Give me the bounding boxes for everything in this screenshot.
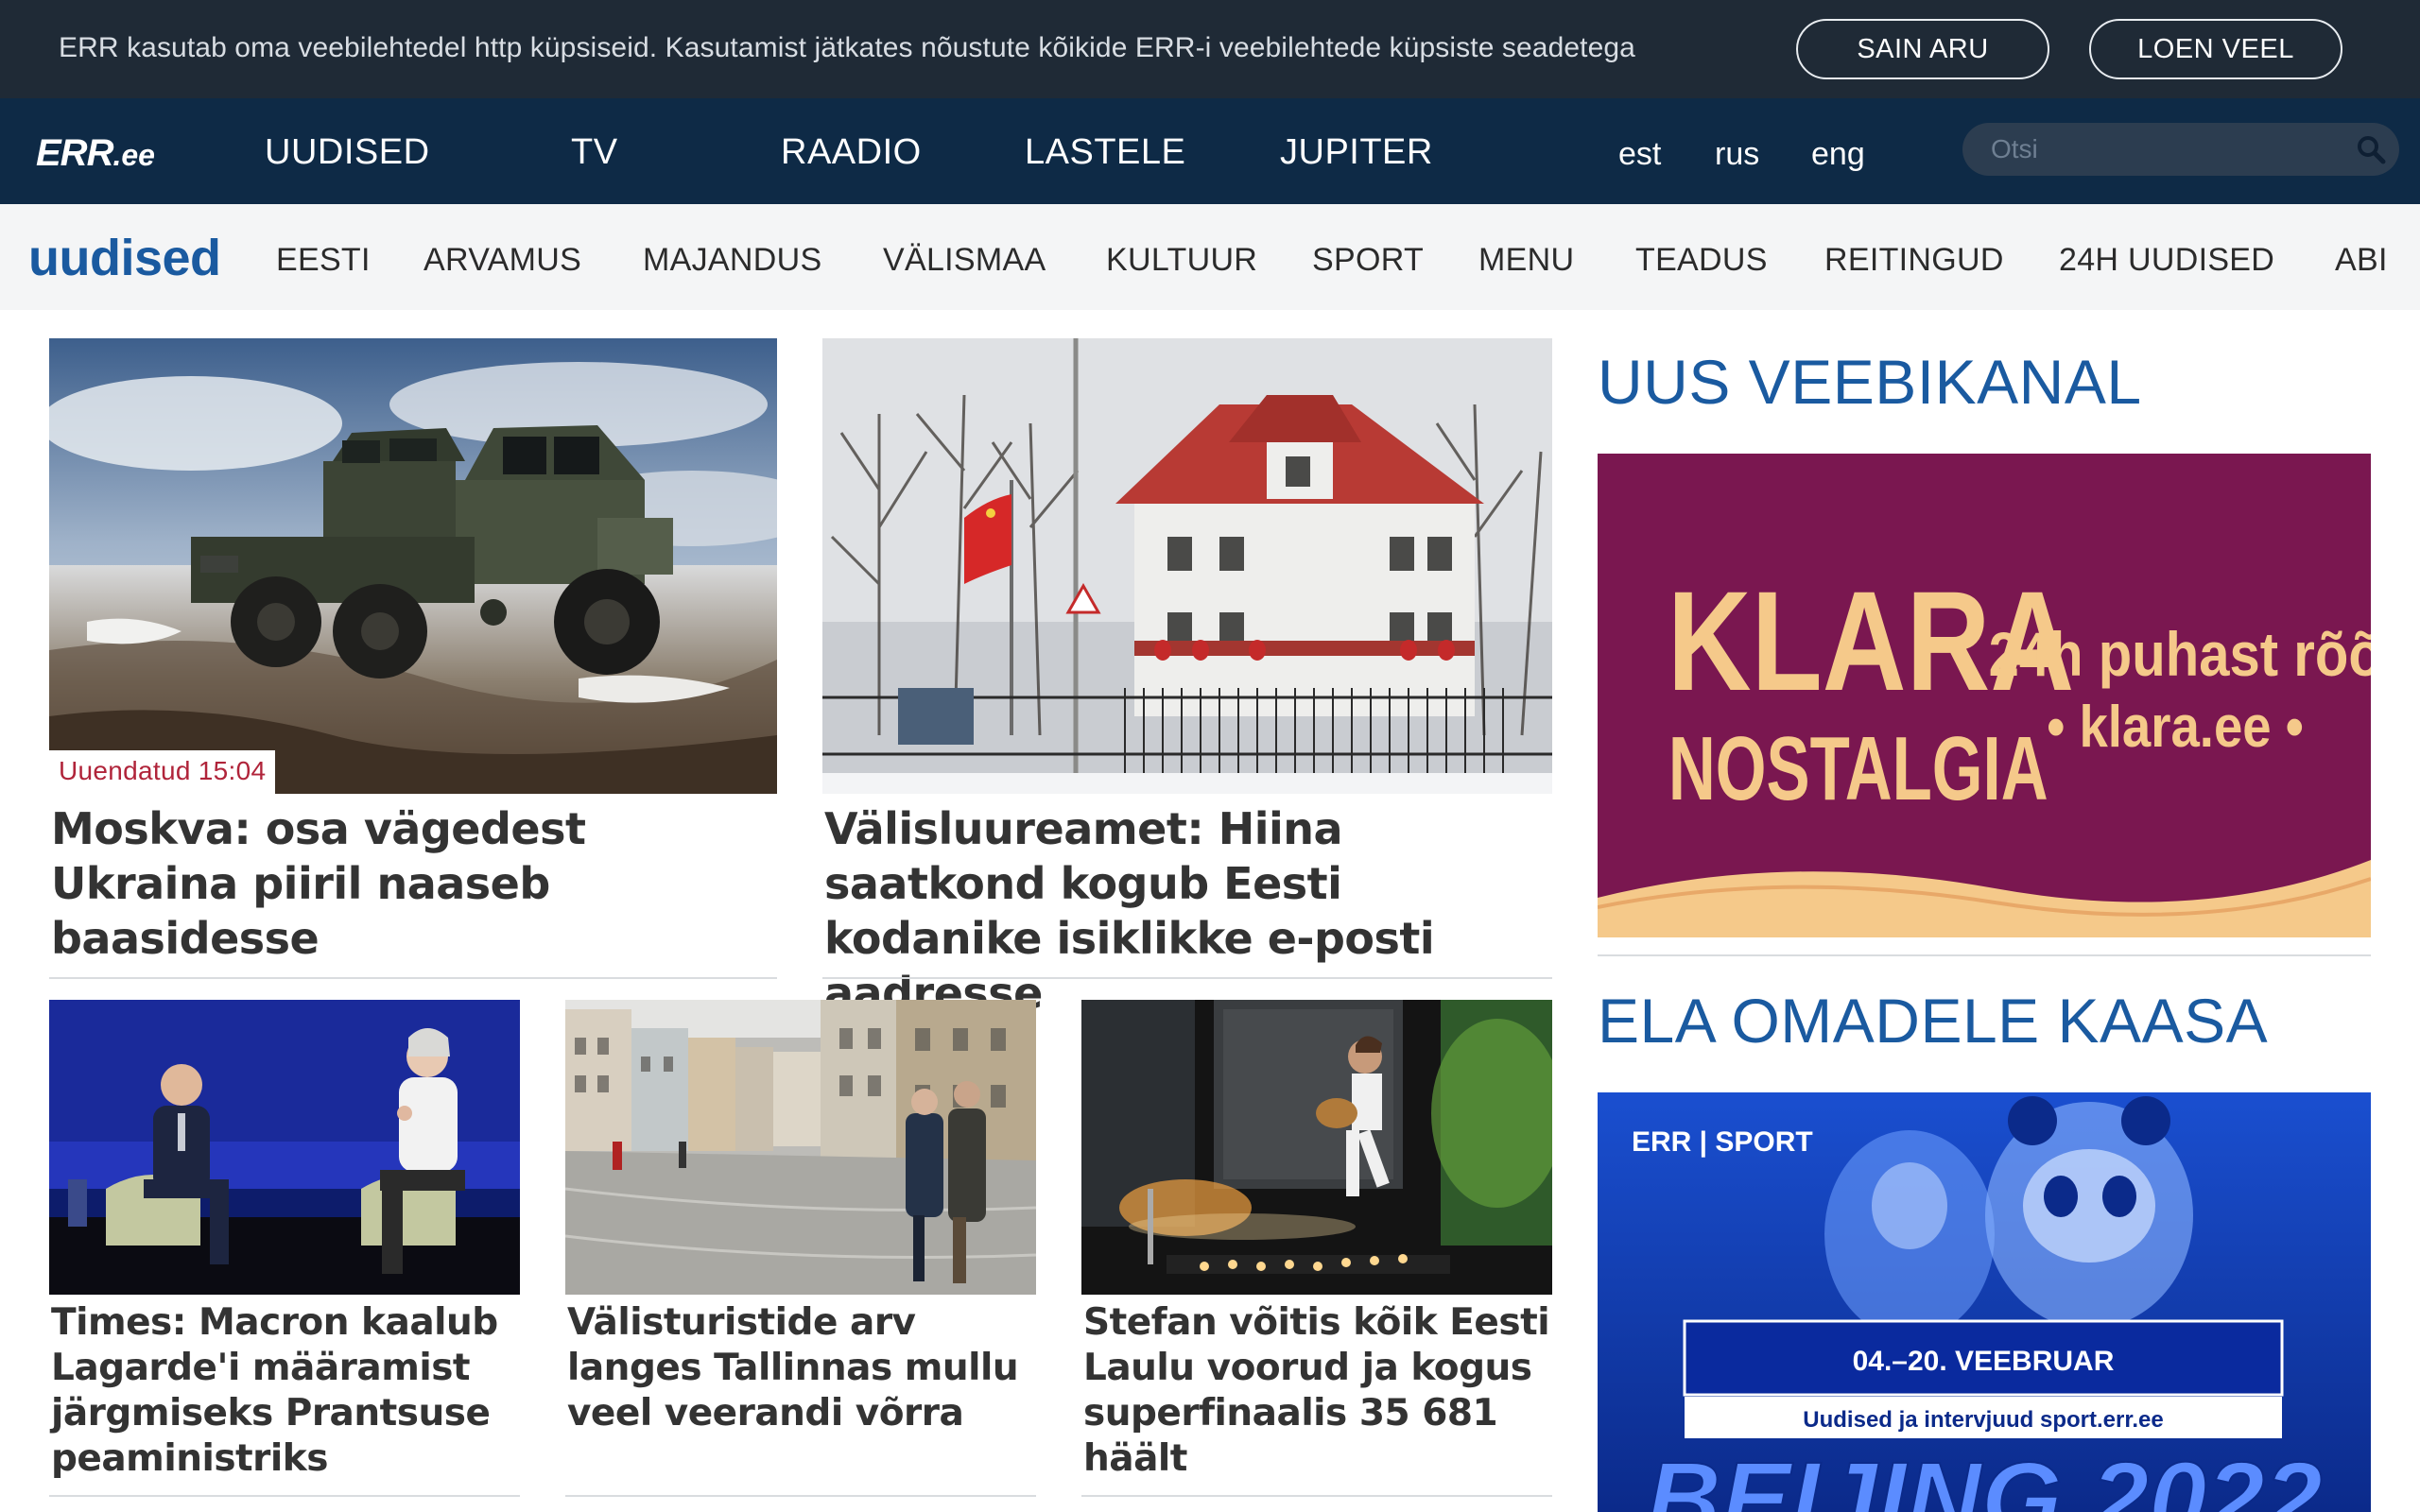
cookie-accept-button[interactable]: SAIN ARU xyxy=(1796,19,2049,79)
subnav-item-teadus[interactable]: TEADUS xyxy=(1635,242,1768,279)
cookie-text: ERR kasutab oma veebilehtedel http küpsi… xyxy=(59,32,1635,63)
logo-err-text: ERR xyxy=(36,132,113,174)
klara-url: • klara.ee • xyxy=(2047,695,2304,760)
klara-nostalgia-banner[interactable]: KLARA NOSTALGIA 24h puhast rõõmu! • klar… xyxy=(1598,454,2371,937)
article-headline[interactable]: Times: Macron kaalub Lagarde'i määramist… xyxy=(51,1300,522,1482)
article-image[interactable] xyxy=(49,1000,520,1295)
err-sport-logo: ERR | SPORT xyxy=(1632,1126,1813,1158)
klara-name-line2: NOSTALGIA xyxy=(1668,717,2048,819)
subnav-item-abi[interactable]: ABI xyxy=(2335,242,2388,279)
subnav-item-menu[interactable]: MENU xyxy=(1478,242,1574,279)
section-navigation: uudised EESTI ARVAMUS MAJANDUS VÄLISMAA … xyxy=(0,204,2420,310)
lang-est-link[interactable]: est xyxy=(1618,136,1661,173)
embassy-building-image xyxy=(822,338,1552,794)
article-card[interactable]: Välisturistide arv langes Tallinnas mull… xyxy=(565,1000,1036,1501)
article-card[interactable]: Uuendatud 15:04 Moskva: osa vägedest Ukr… xyxy=(49,338,777,981)
topnav-item-jupiter[interactable]: JUPITER xyxy=(1280,132,1433,173)
article-card[interactable]: Times: Macron kaalub Lagarde'i määramist… xyxy=(49,1000,520,1501)
article-divider xyxy=(822,977,1552,979)
err-sport-olympics-banner[interactable]: ERR | SPORT 04.–20. VEEBRUAR Uudised ja … xyxy=(1598,1092,2371,1512)
article-divider xyxy=(49,977,777,979)
search-icon[interactable] xyxy=(2356,134,2386,164)
lang-rus-link[interactable]: rus xyxy=(1715,136,1759,173)
err-logo[interactable]: ERR .ee xyxy=(36,132,155,174)
military-truck-image xyxy=(49,338,777,794)
article-card[interactable]: Välisluureamet: Hiina saatkond kogub Ees… xyxy=(822,338,1552,1019)
sidebar-section-title: UUS VEEBIKANAL xyxy=(1598,347,2142,417)
article-image[interactable] xyxy=(565,1000,1036,1295)
article-card[interactable]: Stefan võitis kõik Eesti Laulu voorud ja… xyxy=(1081,1000,1552,1501)
article-image[interactable] xyxy=(1081,1000,1552,1295)
subnav-item-arvamus[interactable]: ARVAMUS xyxy=(424,242,581,279)
article-divider xyxy=(1081,1495,1552,1497)
subnav-item-sport[interactable]: SPORT xyxy=(1312,242,1424,279)
sidebar-divider xyxy=(1598,954,2371,956)
article-divider xyxy=(565,1495,1036,1497)
topnav-item-raadio[interactable]: RAADIO xyxy=(781,132,922,173)
old-town-street-image xyxy=(565,1000,1036,1295)
klara-slogan: 24h puhast rõõmu! xyxy=(1989,621,2371,690)
cookie-read-more-button[interactable]: LOEN VEEL xyxy=(2089,19,2342,79)
article-headline[interactable]: Välisluureamet: Hiina saatkond kogub Ees… xyxy=(824,801,1552,1021)
sidebar-section-title: ELA OMADELE KAASA xyxy=(1598,986,2269,1056)
sport-subtitle: Uudised ja intervjuud sport.err.ee xyxy=(1803,1407,2163,1433)
updated-badge: Uuendatud 15:04 xyxy=(49,750,276,794)
sport-banner-graphic: ERR | SPORT 04.–20. VEEBRUAR Uudised ja … xyxy=(1598,1092,2371,1512)
sport-event-title: BEIJING 2022 xyxy=(1646,1441,2322,1512)
concert-stage-image xyxy=(1081,1000,1552,1295)
sport-dates: 04.–20. VEEBRUAR xyxy=(1853,1346,2115,1377)
topnav-item-uudised[interactable]: UUDISED xyxy=(265,132,430,173)
article-headline[interactable]: Stefan võitis kõik Eesti Laulu voorud ja… xyxy=(1083,1300,1554,1482)
conference-stage-image xyxy=(49,1000,520,1295)
subnav-item-reitingud[interactable]: REITINGUD xyxy=(1824,242,2004,279)
search-input[interactable] xyxy=(1991,130,2350,168)
top-navigation: ERR .ee UUDISED TV RAADIO LASTELE JUPITE… xyxy=(0,98,2420,204)
article-divider xyxy=(49,1495,520,1497)
subnav-item-eesti[interactable]: EESTI xyxy=(276,242,371,279)
subnav-item-24h-uudised[interactable]: 24H UUDISED xyxy=(2059,242,2274,279)
cookie-consent-bar: ERR kasutab oma veebilehtedel http küpsi… xyxy=(0,0,2420,98)
logo-ee-text: .ee xyxy=(112,138,155,172)
article-image[interactable] xyxy=(822,338,1552,794)
subnav-item-majandus[interactable]: MAJANDUS xyxy=(643,242,821,279)
klara-banner-graphic: KLARA NOSTALGIA 24h puhast rõõmu! • klar… xyxy=(1598,454,2371,937)
lang-eng-link[interactable]: eng xyxy=(1811,136,1865,173)
search-box xyxy=(1962,123,2399,176)
article-headline[interactable]: Moskva: osa vägedest Ukraina piiril naas… xyxy=(51,801,769,966)
topnav-item-lastele[interactable]: LASTELE xyxy=(1025,132,1185,173)
topnav-item-tv[interactable]: TV xyxy=(571,132,618,173)
subnav-item-kultuur[interactable]: KULTUUR xyxy=(1106,242,1257,279)
article-image[interactable]: Uuendatud 15:04 xyxy=(49,338,777,794)
uudised-brand-link[interactable]: uudised xyxy=(28,229,221,287)
article-headline[interactable]: Välisturistide arv langes Tallinnas mull… xyxy=(567,1300,1038,1436)
subnav-item-valismaa[interactable]: VÄLISMAA xyxy=(883,242,1046,279)
